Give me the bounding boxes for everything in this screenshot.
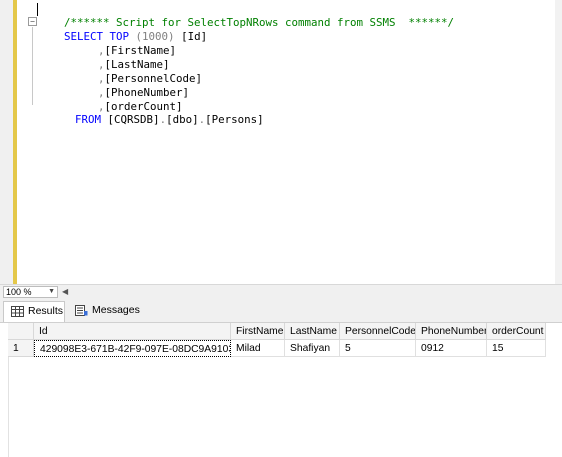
editor-vertical-scrollbar[interactable]: [555, 0, 562, 284]
editor-margin: [0, 0, 13, 284]
collapse-toggle-icon[interactable]: −: [28, 17, 37, 26]
sql-keyword-from: FROM: [75, 113, 102, 126]
table-cell-firstname[interactable]: Milad: [231, 340, 285, 357]
results-grid[interactable]: Id FirstName LastName PersonnelCode Phon…: [0, 322, 562, 457]
tab-messages[interactable]: Messages: [68, 301, 140, 322]
sql-column-id: [Id]: [181, 30, 208, 43]
scroll-left-arrow-icon[interactable]: ◀: [62, 287, 68, 296]
column-header-phonenumber[interactable]: PhoneNumber: [416, 323, 487, 340]
tab-results[interactable]: Results: [3, 301, 65, 322]
row-number-header[interactable]: 1: [8, 340, 34, 357]
column-header-personnelcode[interactable]: PersonnelCode: [340, 323, 416, 340]
sql-database: [CQRSDB]: [107, 113, 160, 126]
tab-results-label: Results: [28, 305, 64, 317]
chevron-down-icon[interactable]: ▼: [48, 287, 55, 297]
grid-corner-header[interactable]: [8, 323, 34, 340]
table-cell-lastname[interactable]: Shafiyan: [285, 340, 340, 357]
table-cell-personnelcode[interactable]: 5: [340, 340, 416, 357]
sql-schema: [dbo]: [166, 113, 199, 126]
table-cell-id[interactable]: 429098E3-671B-42F9-097E-08DC9A9103D0: [34, 340, 231, 357]
change-tracking-bar: [13, 0, 17, 284]
fold-guide-line: [32, 27, 33, 105]
grid-icon: [11, 306, 24, 317]
zoom-select[interactable]: 100 % ▼: [3, 286, 58, 298]
table-cell-ordercount[interactable]: 15: [487, 340, 546, 357]
column-header-id[interactable]: Id: [34, 323, 231, 340]
results-tab-strip: Results Messages: [0, 299, 562, 322]
tab-messages-label: Messages: [92, 304, 140, 316]
editor-status-bar: 100 % ▼ ◀: [0, 284, 562, 299]
column-header-lastname[interactable]: LastName: [285, 323, 340, 340]
messages-icon: [75, 305, 88, 316]
table-cell-phonenumber[interactable]: 0912: [416, 340, 487, 357]
sql-table: [Persons]: [205, 113, 264, 126]
query-editor[interactable]: − /****** Script for SelectTopNRows comm…: [0, 0, 562, 284]
code-line-from: FROM [CQRSDB].[dbo].[Persons]: [49, 100, 264, 139]
zoom-value: 100 %: [6, 287, 32, 297]
column-header-ordercount[interactable]: orderCount: [487, 323, 546, 340]
column-header-firstname[interactable]: FirstName: [231, 323, 285, 340]
